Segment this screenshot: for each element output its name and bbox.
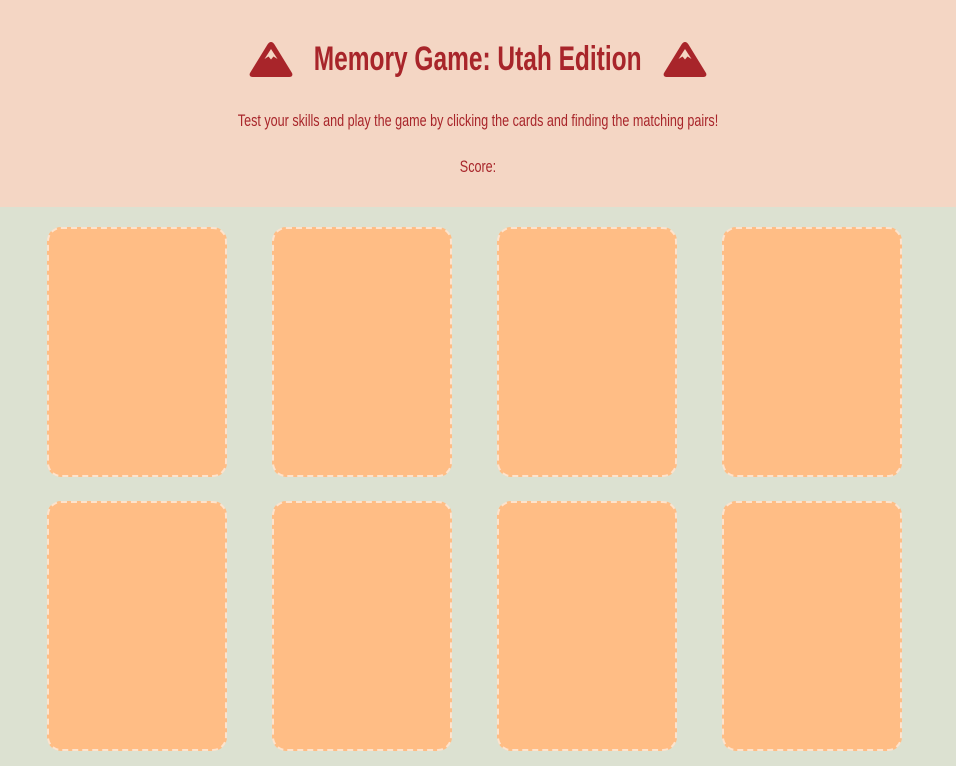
memory-card[interactable] [722, 227, 902, 477]
mountain-icon [249, 42, 293, 77]
memory-card[interactable] [272, 501, 452, 751]
memory-card[interactable] [497, 501, 677, 751]
memory-card[interactable] [272, 227, 452, 477]
score-display: Score: [459, 157, 497, 176]
card-board [0, 207, 956, 766]
title-row: Memory Game: Utah Edition [0, 38, 956, 80]
instructions-text: Test your skills and play the game by cl… [237, 111, 719, 130]
page-title: Memory Game: Utah Edition [314, 40, 642, 78]
mountain-icon [663, 42, 707, 77]
memory-card[interactable] [722, 501, 902, 751]
memory-card[interactable] [47, 227, 227, 477]
memory-card[interactable] [47, 501, 227, 751]
memory-card[interactable] [497, 227, 677, 477]
page-header: Memory Game: Utah Edition Test your skil… [0, 0, 956, 207]
